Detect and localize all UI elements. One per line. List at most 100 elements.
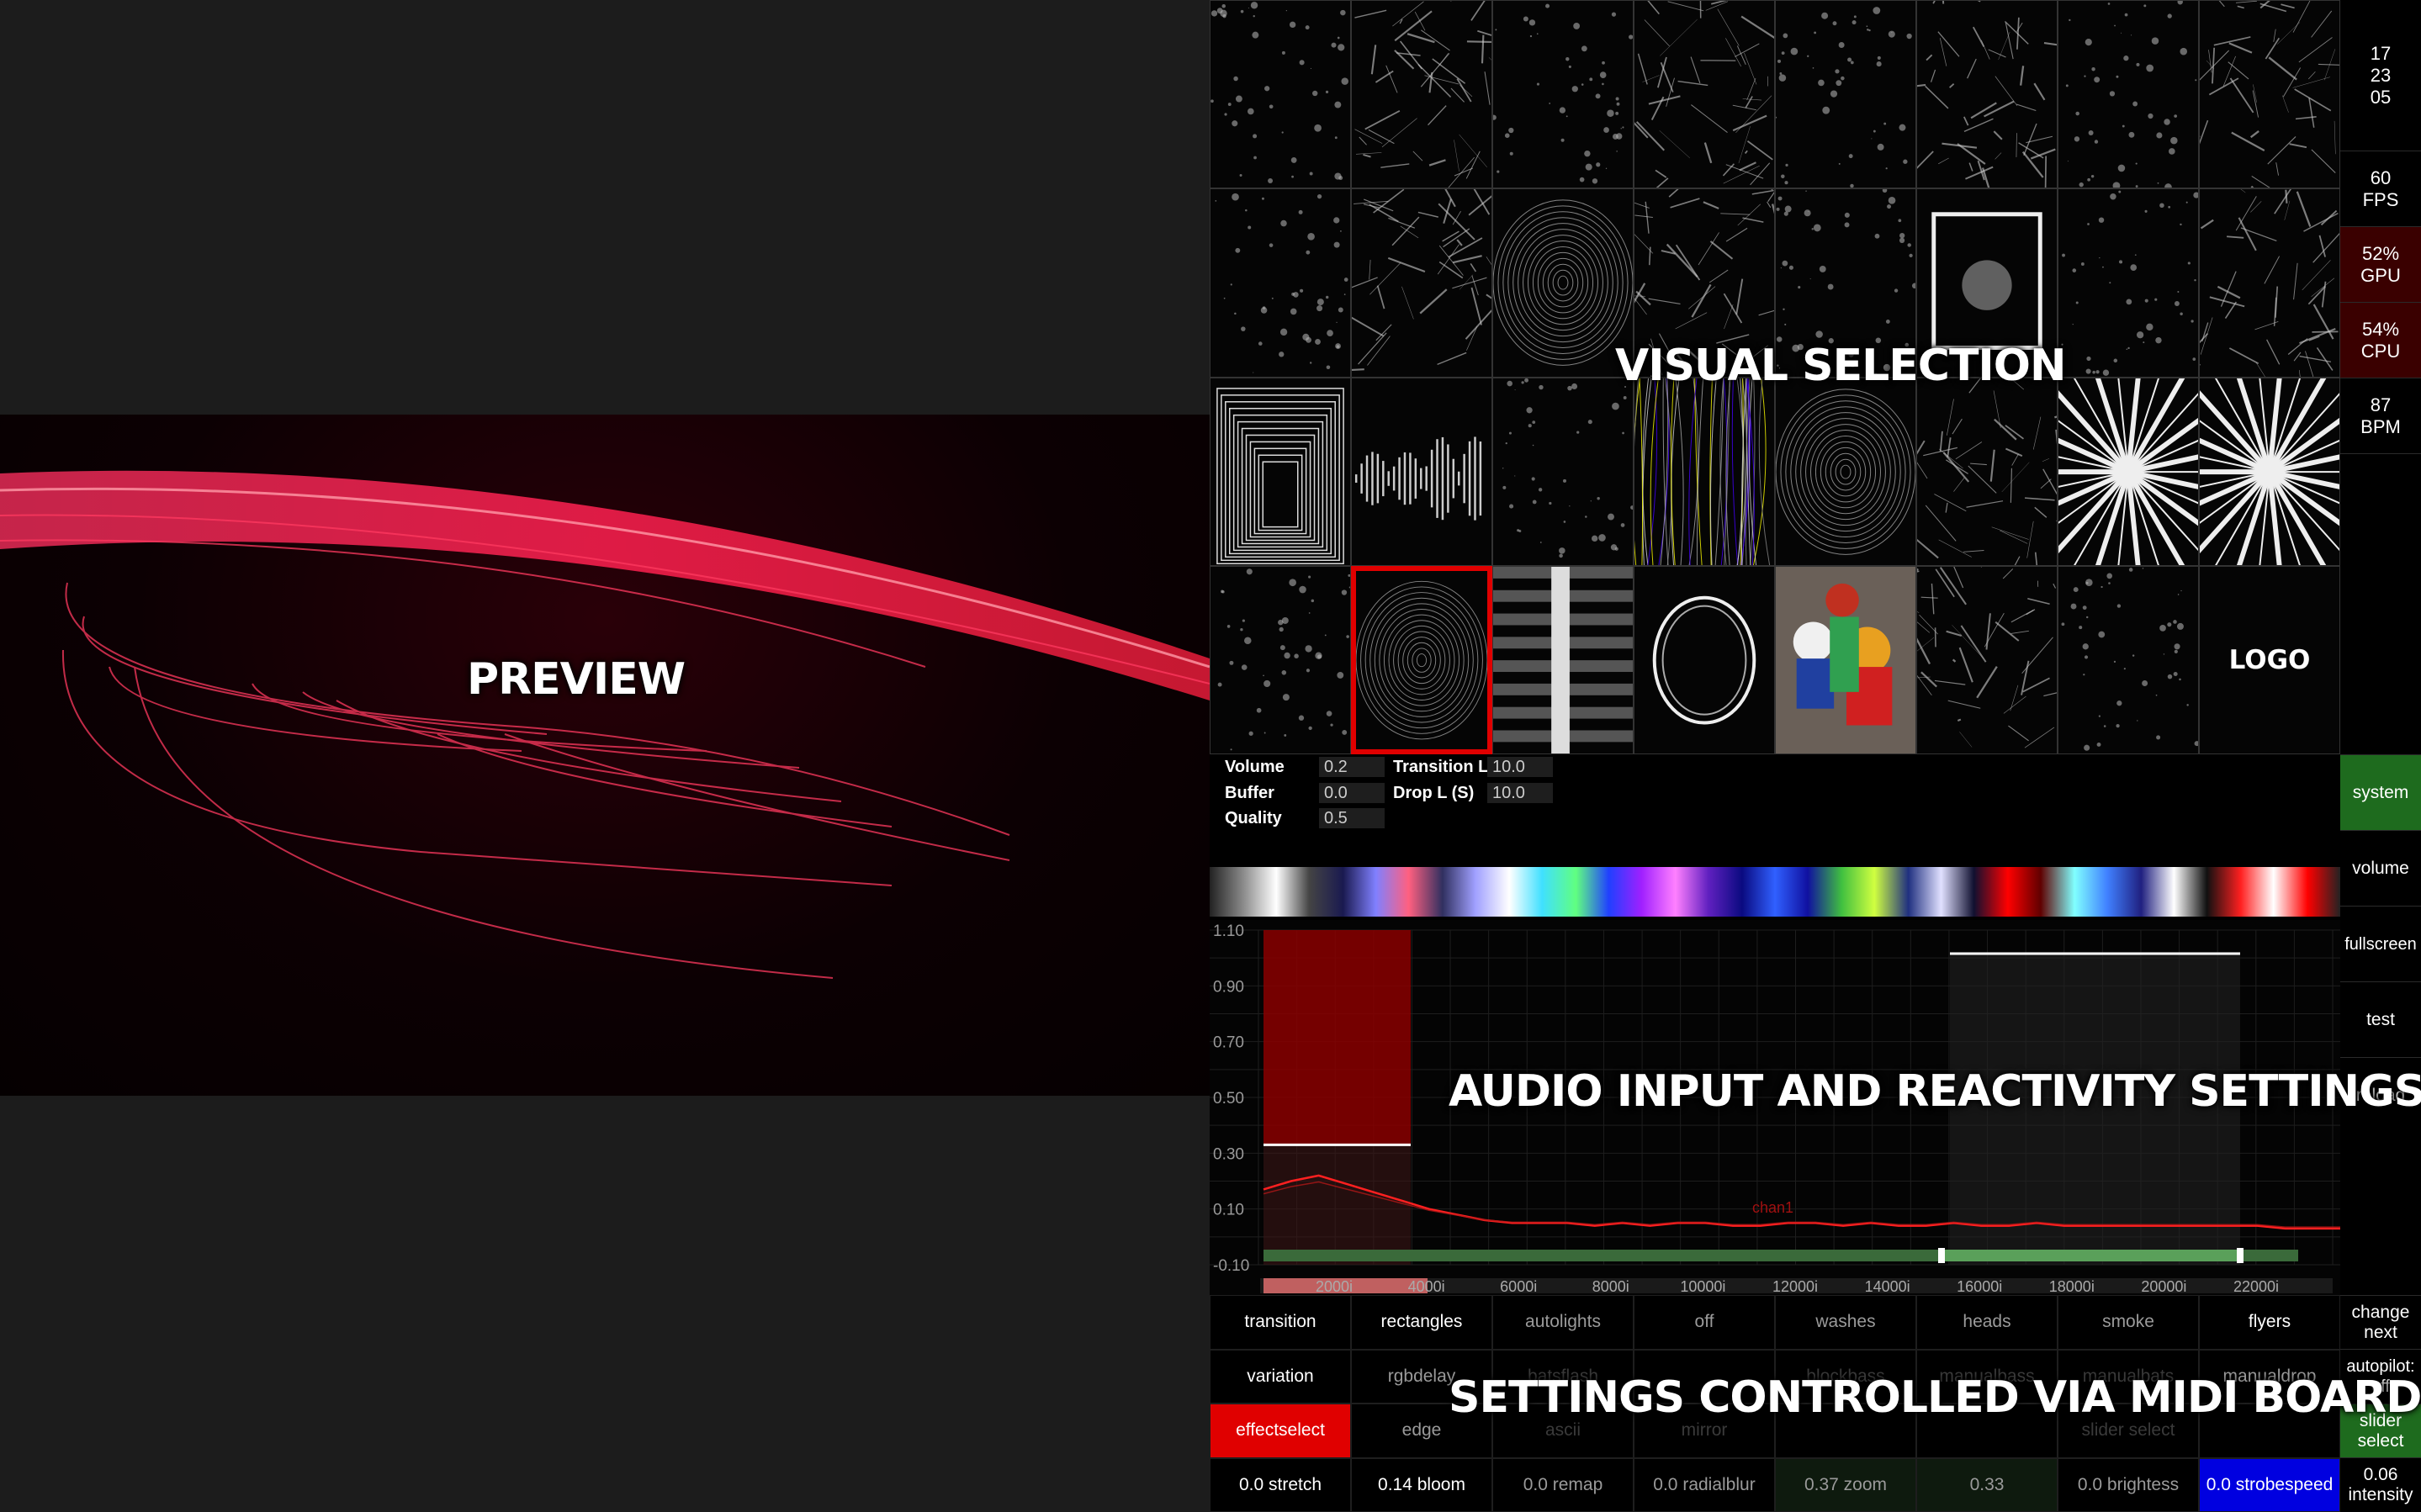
midi-control-3-0[interactable]: 0.0 stretch [1210,1457,1351,1512]
midi-control-3-5[interactable]: 0.33 [1916,1457,2058,1512]
visual-tile-neon-curves[interactable] [2058,188,2199,378]
y-tick-label: 0.10 [1213,1202,1244,1219]
fps-readout: 60 FPS [2340,151,2421,227]
palette-swatch[interactable] [1210,867,2340,917]
intensity-label: intensity [2348,1485,2413,1504]
midi-control-0-0[interactable]: transition [1210,1295,1351,1350]
visual-tile-moire-ripples[interactable] [1351,565,1492,754]
transition-param-label: Transition L [1393,758,1489,776]
visual-tile-metal-waves[interactable] [2058,565,2199,754]
buffer-param-label: Buffer [1225,784,1274,802]
visual-tile-smoke-wisps[interactable] [1916,377,2058,566]
visual-tile-glitch-cluster[interactable] [1916,0,2058,189]
system-button[interactable]: system [2340,754,2421,830]
volume-param-label: Volume [1225,758,1285,776]
visual-tile-scratched-lines[interactable] [2058,0,2199,189]
color-palette-strip[interactable] [1210,864,2340,920]
midi-control-0-5[interactable]: heads [1916,1295,2058,1350]
midi-control-3-1[interactable]: 0.14 bloom [1351,1457,1492,1512]
slider-select-label-2: select [2357,1430,2404,1451]
logo-tile-label: LOGO [2228,644,2311,675]
bpm-readout: 87 BPM [2340,378,2421,454]
x-tick-label: 8000i [1592,1278,1629,1295]
test-button[interactable]: test [2340,981,2421,1057]
cpu-readout: 54% CPU [2340,303,2421,378]
visual-tile-noise-field[interactable] [1916,565,2058,754]
bpm-value: 87 [2370,394,2392,415]
visual-tile-ring-portal[interactable] [1634,565,1775,754]
progress-handle-right [2237,1248,2244,1263]
midi-control-0-1[interactable]: rectangles [1351,1295,1492,1350]
visual-tile-star-creature[interactable] [1210,188,1351,378]
intensity-slider[interactable]: 0.06 intensity [2340,1457,2421,1512]
quality-param-label: Quality [1225,809,1282,827]
gpu-readout: 52% GPU [2340,227,2421,303]
audio-settings-label: AUDIO INPUT AND REACTIVITY SETTINGS [1449,1066,2421,1117]
midi-control-0-6[interactable]: smoke [2058,1295,2199,1350]
visual-tile-shattered-fragments[interactable] [1351,188,1492,378]
midi-control-3-7[interactable]: 0.0 strobespeed [2199,1457,2340,1512]
x-tick-label: 4000i [1408,1278,1445,1295]
visual-tile-striped-sphere[interactable] [1492,188,1634,378]
change-next-button[interactable]: change next [2340,1295,2421,1349]
visual-tile-radial-slats[interactable] [2199,377,2340,566]
midi-settings-label: SETTINGS CONTROLLED VIA MIDI BOARD [1449,1372,2421,1423]
x-tick-label: 10000i [1680,1278,1725,1295]
y-tick-label: 0.30 [1213,1145,1244,1163]
transition-param-value[interactable]: 10.0 [1487,757,1553,777]
x-tick-label: 16000i [1957,1278,2002,1295]
midi-control-1-0[interactable]: variation [1210,1349,1351,1404]
midi-control-3-4[interactable]: 0.37 zoom [1775,1457,1916,1512]
x-tick-label: 2000i [1316,1278,1353,1295]
midi-control-3-2[interactable]: 0.0 remap [1492,1457,1634,1512]
visual-tile-wireframe-burst[interactable] [1210,0,1351,189]
preview-render [0,470,1210,979]
volume-param-value[interactable]: 0.2 [1319,757,1385,777]
visual-tile-dark-nebula[interactable] [1775,0,1916,189]
x-tick-label: 6000i [1500,1278,1537,1295]
visual-tile-dark-forest[interactable] [1210,565,1351,754]
volume-button[interactable]: volume [2340,830,2421,906]
clock-seconds: 05 [2370,86,2392,108]
visual-tile-cartoon-characters[interactable] [1775,565,1916,754]
visual-tile-particle-cloud[interactable] [1492,0,1634,189]
drop-param-value[interactable]: 10.0 [1487,783,1553,803]
status-column: 17 23 05 60 FPS 52% GPU 54% CPU 87 BPM s… [2340,0,2421,1512]
x-tick-label: 12000i [1772,1278,1818,1295]
midi-control-0-7[interactable]: flyers [2199,1295,2340,1350]
visual-tile-nested-frames[interactable] [1210,377,1351,566]
visual-tile-colored-strands[interactable] [1634,377,1775,566]
quality-param-value[interactable]: 0.5 [1319,808,1385,828]
x-tick-label: 14000i [1865,1278,1910,1295]
y-tick-label: 0.70 [1213,1034,1244,1052]
change-next-label-2: next [2364,1322,2397,1342]
midi-control-3-6[interactable]: 0.0 brightess [2058,1457,2199,1512]
visual-tile-spiral-tunnel[interactable] [1775,377,1916,566]
midi-control-0-3[interactable]: off [1634,1295,1775,1350]
visual-tile-block-city[interactable] [2199,188,2340,378]
midi-control-0-2[interactable]: autolights [1492,1295,1634,1350]
visual-tile-white-smoke-figure[interactable] [1351,0,1492,189]
volume-highlight [1263,930,1411,1145]
visual-tile-film-strip[interactable] [1492,565,1634,754]
bpm-label: BPM [2360,415,2401,437]
series-label: chan1 [1752,1199,1793,1216]
visual-tile-shard-storm[interactable] [2058,377,2199,566]
y-tick-label: 0.90 [1213,978,1244,996]
visual-tile-light-streaks[interactable] [2199,0,2340,189]
buffer-param-value[interactable]: 0.0 [1319,783,1385,803]
cpu-label: CPU [2360,340,2401,362]
y-tick-label: 1.10 [1213,923,1244,940]
palette-gradients[interactable] [1210,864,2340,920]
visual-tile-logo[interactable]: LOGO [2199,565,2340,754]
midi-control-2-0[interactable]: effectselect [1210,1404,1351,1458]
visual-tile-dust-blob[interactable] [1492,377,1634,566]
visual-tile-silver-ribbons[interactable] [1634,0,1775,189]
volume-region [1263,1145,1411,1265]
change-next-label-1: change [2351,1302,2410,1322]
visual-tile-audio-bars[interactable] [1351,377,1492,566]
progress-bar-active [1942,1250,2240,1261]
midi-control-0-4[interactable]: washes [1775,1295,1916,1350]
fullscreen-button[interactable]: fullscreen [2340,906,2421,981]
midi-control-3-3[interactable]: 0.0 radialblur [1634,1457,1775,1512]
